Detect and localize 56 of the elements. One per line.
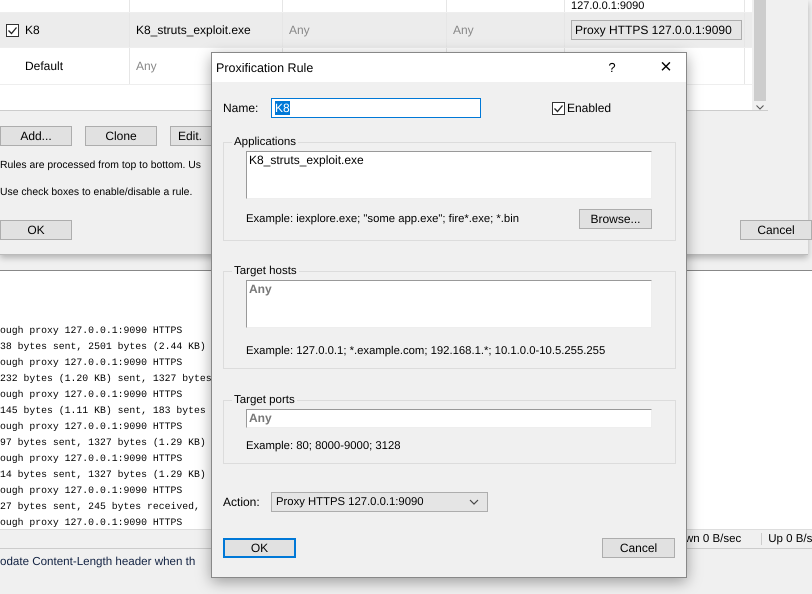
table-cell: Any <box>453 23 474 37</box>
log-line: 38 bytes sent, 2501 bytes (2.44 KB) <box>0 340 206 354</box>
hint-text: Rules are processed from top to bottom. Us <box>0 159 201 173</box>
field-label: Name: <box>223 101 260 115</box>
table-cell: Any <box>136 59 157 73</box>
example-text: Example: iexplore.exe; "some app.exe"; fire*.exe; *.bin <box>246 213 520 225</box>
help-button[interactable]: ? <box>604 60 620 75</box>
hint-text: Use check boxes to enable/disable a rule. <box>0 186 192 200</box>
log-line: ough proxy 127.0.0.1:9090 HTTPS <box>0 484 182 498</box>
log-line: ough proxy 127.0.0.1:9090 HTTPS <box>0 356 182 370</box>
action-dropdown[interactable]: Proxy HTTPS 127.0.0.1:9090 <box>271 492 488 512</box>
action-dropdown[interactable]: Proxy HTTPS 127.0.0.1:9090 <box>571 20 742 40</box>
log-line: ough proxy 127.0.0.1:9090 HTTPS <box>0 324 182 338</box>
scroll-down-icon[interactable] <box>756 105 764 110</box>
status-text: Up 0 B/s <box>761 533 812 545</box>
log-line: 232 bytes (1.20 KB) sent, 1327 bytes <box>0 372 212 386</box>
example-text: Example: 80; 8000-9000; 3128 <box>246 440 401 452</box>
checkbox[interactable] <box>6 24 19 36</box>
table-cell: 127.0.0.1:9090 <box>571 1 644 12</box>
enabled-checkbox[interactable] <box>552 102 565 114</box>
input-field[interactable]: Any <box>246 409 652 428</box>
browse-button[interactable]: Browse... <box>579 209 652 229</box>
cancel-button[interactable]: Cancel <box>602 538 675 558</box>
table-cell: Any <box>289 23 310 37</box>
checkbox-label[interactable]: Enabled <box>567 101 612 115</box>
name-field[interactable]: K8 <box>271 98 481 118</box>
log-line: ough proxy 127.0.0.1:9090 HTTPS <box>0 420 182 434</box>
selected-row[interactable]: K8 K8_struts_exploit.exe Any Any Proxy HTTPS 127.0.0.1:9090 <box>0 13 752 48</box>
group-title: Target hosts <box>233 265 298 277</box>
text-area[interactable]: Any <box>246 280 652 328</box>
option-text: odate Content-Length header when th <box>0 555 196 570</box>
log-line: 27 bytes sent, 245 bytes received, <box>0 500 200 514</box>
log-line: 14 bytes sent, 1327 bytes (1.29 KB) <box>0 468 206 482</box>
table-cell: Default <box>25 59 64 73</box>
group-title: Applications <box>233 136 298 148</box>
window-title: Proxification Rule <box>216 60 314 74</box>
caret-icon <box>469 499 479 505</box>
group-title: Target ports <box>233 394 296 406</box>
field-label: Action: <box>223 495 261 509</box>
table-cell: K8 <box>25 23 40 37</box>
clone-button[interactable]: Clone <box>85 126 157 146</box>
table-cell: K8_struts_exploit.exe <box>136 23 251 37</box>
ok-button[interactable]: OK <box>0 220 72 240</box>
text-area[interactable]: K8_struts_exploit.exe <box>246 151 652 199</box>
log-line: ough proxy 127.0.0.1:9090 HTTPS <box>0 452 182 466</box>
log-line: 97 bytes sent, 1327 bytes (1.29 KB) <box>0 436 206 450</box>
edit-button[interactable]: Edit. <box>170 126 211 146</box>
close-button[interactable]: × <box>646 53 686 82</box>
log-line: ough proxy 127.0.0.1:9090 HTTPS <box>0 516 182 530</box>
ok-button[interactable]: OK <box>223 538 296 558</box>
cancel-button[interactable]: Cancel <box>740 220 812 240</box>
example-text: Example: 127.0.0.1; *.example.com; 192.168.1.*; 10.1.0.0-10.5.255.255 <box>246 345 606 357</box>
log-line: ough proxy 127.0.0.1:9090 HTTPS <box>0 388 182 402</box>
scrollbar[interactable] <box>752 0 768 110</box>
log-line: 145 bytes (1.11 KB) sent, 183 bytes <box>0 404 206 418</box>
add-button[interactable]: Add... <box>0 126 72 146</box>
